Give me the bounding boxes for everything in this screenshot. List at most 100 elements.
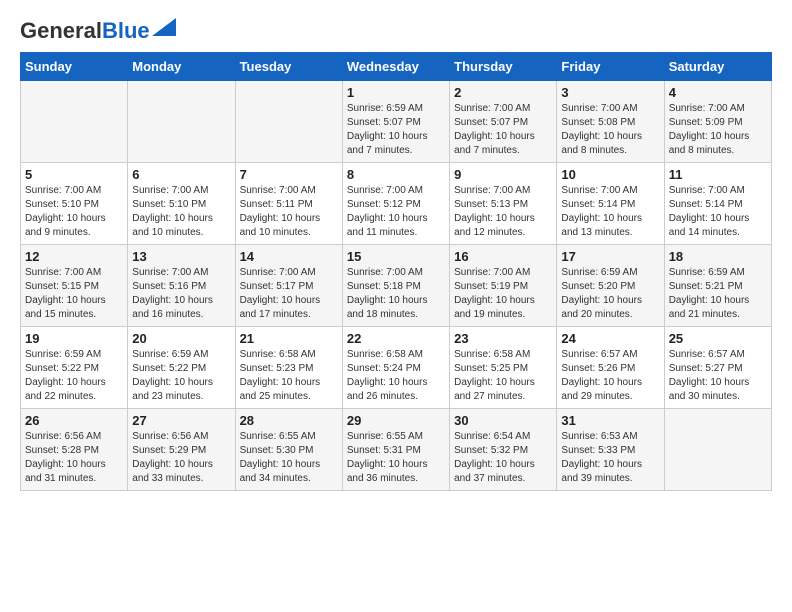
day-info: Sunrise: 6:59 AMSunset: 5:20 PMDaylight:… <box>561 266 659 322</box>
day-number: 29 <box>347 413 445 428</box>
calendar-cell: 4 Sunrise: 7:00 AMSunset: 5:09 PMDaylight… <box>664 81 771 163</box>
calendar-cell: 28Sunrise: 6:55 AMSunset: 5:30 PMDayligh… <box>235 409 342 491</box>
day-number: 4 <box>669 85 767 100</box>
calendar-cell: 20 Sunrise: 6:59 AMSunset: 5:22 PMDayligh… <box>128 327 235 409</box>
calendar-cell: 31Sunrise: 6:53 AMSunset: 5:33 PMDayligh… <box>557 409 664 491</box>
day-info: Sunrise: 6:58 AMSunset: 5:23 PMDaylight:… <box>240 348 338 404</box>
calendar-cell: 24 Sunrise: 6:57 AMSunset: 5:26 PMDayligh… <box>557 327 664 409</box>
weekday-header-sunday: Sunday <box>21 53 128 81</box>
calendar-cell: 17 Sunrise: 6:59 AMSunset: 5:20 PMDayligh… <box>557 245 664 327</box>
day-number: 7 <box>240 167 338 182</box>
calendar-cell: 14Sunrise: 7:00 AMSunset: 5:17 PMDayligh… <box>235 245 342 327</box>
day-number: 1 <box>347 85 445 100</box>
calendar-week-row: 1Sunrise: 6:59 AMSunset: 5:07 PMDaylight… <box>21 81 772 163</box>
day-number: 13 <box>132 249 230 264</box>
weekday-header-thursday: Thursday <box>450 53 557 81</box>
calendar-week-row: 5Sunrise: 7:00 AMSunset: 5:10 PMDaylight… <box>21 163 772 245</box>
day-number: 19 <box>25 331 123 346</box>
day-number: 24 <box>561 331 659 346</box>
day-info: Sunrise: 6:58 AMSunset: 5:25 PMDaylight:… <box>454 348 552 404</box>
day-number: 9 <box>454 167 552 182</box>
day-number: 6 <box>132 167 230 182</box>
day-info: Sunrise: 6:56 AMSunset: 5:28 PMDaylight:… <box>25 430 123 486</box>
day-info: Sunrise: 6:59 AMSunset: 5:22 PMDaylight:… <box>132 348 230 404</box>
day-number: 22 <box>347 331 445 346</box>
day-number: 8 <box>347 167 445 182</box>
day-info: Sunrise: 7:00 AMSunset: 5:12 PMDaylight:… <box>347 184 445 240</box>
day-number: 18 <box>669 249 767 264</box>
day-info: Sunrise: 7:00 AMSunset: 5:19 PMDaylight:… <box>454 266 552 322</box>
day-info: Sunrise: 7:00 AMSunset: 5:15 PMDaylight:… <box>25 266 123 322</box>
day-info: Sunrise: 7:00 AMSunset: 5:09 PMDaylight:… <box>669 102 767 158</box>
weekday-header-monday: Monday <box>128 53 235 81</box>
day-number: 26 <box>25 413 123 428</box>
calendar-cell: 15 Sunrise: 7:00 AMSunset: 5:18 PMDayligh… <box>342 245 449 327</box>
calendar-cell <box>235 81 342 163</box>
day-number: 27 <box>132 413 230 428</box>
day-info: Sunrise: 6:59 AMSunset: 5:21 PMDaylight:… <box>669 266 767 322</box>
day-number: 17 <box>561 249 659 264</box>
calendar-cell: 2Sunrise: 7:00 AMSunset: 5:07 PMDaylight… <box>450 81 557 163</box>
calendar-cell: 3Sunrise: 7:00 AMSunset: 5:08 PMDaylight… <box>557 81 664 163</box>
day-number: 25 <box>669 331 767 346</box>
calendar-week-row: 19 Sunrise: 6:59 AMSunset: 5:22 PMDayligh… <box>21 327 772 409</box>
day-number: 3 <box>561 85 659 100</box>
day-number: 15 <box>347 249 445 264</box>
day-info: Sunrise: 6:56 AMSunset: 5:29 PMDaylight:… <box>132 430 230 486</box>
day-number: 11 <box>669 167 767 182</box>
day-info: Sunrise: 7:00 AMSunset: 5:18 PMDaylight:… <box>347 266 445 322</box>
calendar-table: SundayMondayTuesdayWednesdayThursdayFrid… <box>20 52 772 491</box>
calendar-cell: 23 Sunrise: 6:58 AMSunset: 5:25 PMDayligh… <box>450 327 557 409</box>
calendar-cell: 16 Sunrise: 7:00 AMSunset: 5:19 PMDayligh… <box>450 245 557 327</box>
day-info: Sunrise: 7:00 AMSunset: 5:14 PMDaylight:… <box>669 184 767 240</box>
calendar-cell: 27 Sunrise: 6:56 AMSunset: 5:29 PMDayligh… <box>128 409 235 491</box>
day-number: 2 <box>454 85 552 100</box>
day-number: 21 <box>240 331 338 346</box>
day-info: Sunrise: 7:00 AMSunset: 5:16 PMDaylight:… <box>132 266 230 322</box>
day-number: 30 <box>454 413 552 428</box>
calendar-cell: 18 Sunrise: 6:59 AMSunset: 5:21 PMDayligh… <box>664 245 771 327</box>
calendar-cell: 10 Sunrise: 7:00 AMSunset: 5:14 PMDayligh… <box>557 163 664 245</box>
logo-text: GeneralBlue <box>20 20 150 42</box>
calendar-cell: 26 Sunrise: 6:56 AMSunset: 5:28 PMDayligh… <box>21 409 128 491</box>
day-number: 23 <box>454 331 552 346</box>
calendar-cell: 6 Sunrise: 7:00 AMSunset: 5:10 PMDaylight… <box>128 163 235 245</box>
weekday-header-wednesday: Wednesday <box>342 53 449 81</box>
calendar-cell: 8 Sunrise: 7:00 AMSunset: 5:12 PMDaylight… <box>342 163 449 245</box>
weekday-header-row: SundayMondayTuesdayWednesdayThursdayFrid… <box>21 53 772 81</box>
day-info: Sunrise: 6:54 AMSunset: 5:32 PMDaylight:… <box>454 430 552 486</box>
calendar-cell: 30 Sunrise: 6:54 AMSunset: 5:32 PMDayligh… <box>450 409 557 491</box>
weekday-header-tuesday: Tuesday <box>235 53 342 81</box>
calendar-cell: 25 Sunrise: 6:57 AMSunset: 5:27 PMDayligh… <box>664 327 771 409</box>
calendar-cell <box>664 409 771 491</box>
calendar-cell: 22 Sunrise: 6:58 AMSunset: 5:24 PMDayligh… <box>342 327 449 409</box>
calendar-week-row: 12 Sunrise: 7:00 AMSunset: 5:15 PMDayligh… <box>21 245 772 327</box>
calendar-cell: 19 Sunrise: 6:59 AMSunset: 5:22 PMDayligh… <box>21 327 128 409</box>
day-info: Sunrise: 6:58 AMSunset: 5:24 PMDaylight:… <box>347 348 445 404</box>
day-number: 16 <box>454 249 552 264</box>
calendar-cell <box>128 81 235 163</box>
calendar-cell: 12 Sunrise: 7:00 AMSunset: 5:15 PMDayligh… <box>21 245 128 327</box>
logo: GeneralBlue <box>20 20 176 42</box>
day-info: Sunrise: 6:53 AMSunset: 5:33 PMDaylight:… <box>561 430 659 486</box>
calendar-cell: 11 Sunrise: 7:00 AMSunset: 5:14 PMDayligh… <box>664 163 771 245</box>
page-header: GeneralBlue <box>20 20 772 42</box>
day-info: Sunrise: 7:00 AMSunset: 5:10 PMDaylight:… <box>132 184 230 240</box>
day-number: 10 <box>561 167 659 182</box>
day-info: Sunrise: 7:00 AMSunset: 5:14 PMDaylight:… <box>561 184 659 240</box>
day-info: Sunrise: 7:00 AMSunset: 5:13 PMDaylight:… <box>454 184 552 240</box>
day-info: Sunrise: 6:57 AMSunset: 5:27 PMDaylight:… <box>669 348 767 404</box>
weekday-header-friday: Friday <box>557 53 664 81</box>
calendar-cell: 5Sunrise: 7:00 AMSunset: 5:10 PMDaylight… <box>21 163 128 245</box>
day-info: Sunrise: 6:59 AMSunset: 5:22 PMDaylight:… <box>25 348 123 404</box>
day-number: 20 <box>132 331 230 346</box>
day-info: Sunrise: 6:57 AMSunset: 5:26 PMDaylight:… <box>561 348 659 404</box>
day-info: Sunrise: 6:55 AMSunset: 5:31 PMDaylight:… <box>347 430 445 486</box>
day-number: 12 <box>25 249 123 264</box>
calendar-cell: 13 Sunrise: 7:00 AMSunset: 5:16 PMDayligh… <box>128 245 235 327</box>
day-info: Sunrise: 7:00 AMSunset: 5:11 PMDaylight:… <box>240 184 338 240</box>
weekday-header-saturday: Saturday <box>664 53 771 81</box>
calendar-week-row: 26 Sunrise: 6:56 AMSunset: 5:28 PMDayligh… <box>21 409 772 491</box>
day-info: Sunrise: 7:00 AMSunset: 5:17 PMDaylight:… <box>240 266 338 322</box>
day-info: Sunrise: 7:00 AMSunset: 5:10 PMDaylight:… <box>25 184 123 240</box>
